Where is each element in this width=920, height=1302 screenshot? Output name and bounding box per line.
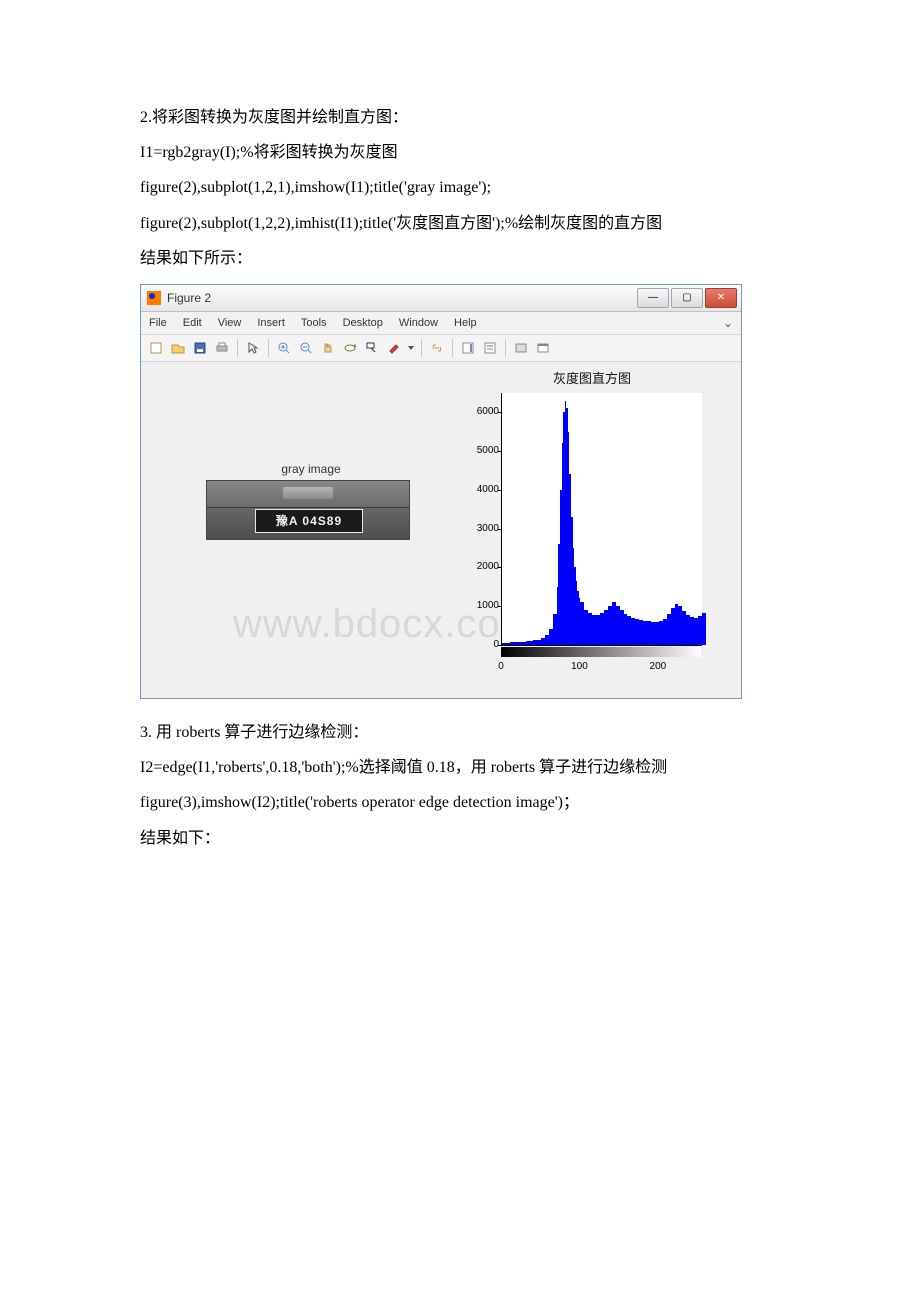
save-icon[interactable] <box>191 339 209 357</box>
data-cursor-icon[interactable] <box>363 339 381 357</box>
y-tick-label: 4000 <box>459 484 499 495</box>
menu-edit[interactable]: Edit <box>183 317 202 329</box>
y-tick-label: 2000 <box>459 561 499 572</box>
histogram-bar <box>502 643 510 645</box>
dock-icon[interactable] <box>534 339 552 357</box>
link-icon[interactable] <box>428 339 446 357</box>
histogram-bar <box>518 642 526 645</box>
histogram-bar <box>702 613 706 645</box>
subplot-right: 灰度图直方图 0 1000 2000 3000 4000 5000 6000 0 100 200 <box>459 368 725 671</box>
gray-image: 豫A 04S89 <box>206 480 410 540</box>
menu-window[interactable]: Window <box>399 317 438 329</box>
subplot-left-title: gray image <box>206 462 416 476</box>
brush-dropdown-icon[interactable] <box>407 339 415 357</box>
menu-desktop[interactable]: Desktop <box>343 317 383 329</box>
brush-icon[interactable] <box>385 339 403 357</box>
code-line: figure(3),imshow(I2);title('roberts oper… <box>140 785 780 820</box>
histogram-chart <box>501 393 702 646</box>
zoom-in-icon[interactable] <box>275 339 293 357</box>
histogram-bar <box>510 642 518 645</box>
window-title: Figure 2 <box>167 291 211 305</box>
pan-icon[interactable] <box>319 339 337 357</box>
print-icon[interactable] <box>213 339 231 357</box>
code-line: figure(2),subplot(1,2,2),imhist(I1);titl… <box>140 206 780 241</box>
maximize-button[interactable]: ▢ <box>671 288 703 308</box>
y-tick-label: 3000 <box>459 523 499 534</box>
menu-tools[interactable]: Tools <box>301 317 327 329</box>
histogram-bar <box>526 641 534 644</box>
subplot-left: gray image 豫A 04S89 <box>206 462 416 540</box>
paragraph: 结果如下所示： <box>140 241 780 276</box>
y-tick-label: 5000 <box>459 445 499 456</box>
menu-insert[interactable]: Insert <box>257 317 285 329</box>
colorbar-icon[interactable] <box>459 339 477 357</box>
code-line: I2=edge(I1,'roberts',0.18,'both');%选择阈值 … <box>140 750 780 785</box>
open-icon[interactable] <box>169 339 187 357</box>
new-figure-icon[interactable] <box>147 339 165 357</box>
subplot-right-title: 灰度图直方图 <box>459 368 725 387</box>
pointer-icon[interactable] <box>244 339 262 357</box>
histogram-bar <box>533 640 541 645</box>
figure-canvas: www.bdocx.com gray image 豫A 04S89 灰度图直方图… <box>141 362 741 698</box>
toolbar <box>141 335 741 362</box>
paragraph: 3. 用 roberts 算子进行边缘检测： <box>140 715 780 750</box>
code-line: I1=rgb2gray(I);%将彩图转换为灰度图 <box>140 135 780 170</box>
code-line: figure(2),subplot(1,2,1),imshow(I1);titl… <box>140 170 780 205</box>
menu-view[interactable]: View <box>218 317 242 329</box>
menubar: File Edit View Insert Tools Desktop Wind… <box>141 312 741 335</box>
x-tick-label: 100 <box>571 661 588 672</box>
menu-help[interactable]: Help <box>454 317 477 329</box>
titlebar: Figure 2 — ▢ ✕ <box>141 285 741 312</box>
menu-file[interactable]: File <box>149 317 167 329</box>
minimize-button[interactable]: — <box>637 288 669 308</box>
y-tick-label: 1000 <box>459 600 499 611</box>
y-tick-label: 0 <box>459 639 499 650</box>
matlab-figure-icon <box>147 291 161 305</box>
rotate-3d-icon[interactable] <box>341 339 359 357</box>
y-tick-label: 6000 <box>459 406 499 417</box>
menubar-collapse-icon[interactable]: ⌄ <box>723 316 733 330</box>
close-button[interactable]: ✕ <box>705 288 737 308</box>
x-tick-label: 200 <box>650 661 667 672</box>
zoom-out-icon[interactable] <box>297 339 315 357</box>
figure-window: Figure 2 — ▢ ✕ File Edit View Insert Too… <box>140 284 742 699</box>
grayscale-colorbar <box>501 647 701 657</box>
license-plate: 豫A 04S89 <box>255 509 363 533</box>
histogram-area: 0 1000 2000 3000 4000 5000 6000 0 100 200 <box>459 389 717 671</box>
paragraph: 结果如下： <box>140 821 780 856</box>
legend-icon[interactable] <box>481 339 499 357</box>
x-tick-label: 0 <box>498 661 504 672</box>
paragraph: 2.将彩图转换为灰度图并绘制直方图： <box>140 100 780 135</box>
hide-tools-icon[interactable] <box>512 339 530 357</box>
